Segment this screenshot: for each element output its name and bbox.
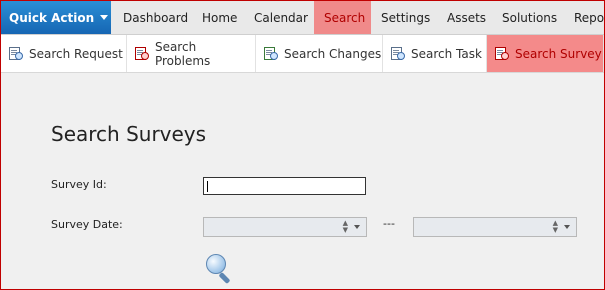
nav-settings[interactable]: Settings — [371, 1, 440, 34]
page-frame: Quick Action Dashboard Home Calendar Sea… — [0, 0, 605, 290]
survey-id-label: Survey Id: — [51, 178, 107, 191]
chevron-down-icon[interactable] — [354, 225, 360, 229]
nav-solutions[interactable]: Solutions — [492, 1, 567, 34]
nav-home[interactable]: Home — [192, 1, 247, 34]
search-subnav: Search Request Search Problems Search Ch… — [1, 35, 604, 73]
subnav-search-task[interactable]: Search Task — [383, 35, 487, 72]
quick-action-button[interactable]: Quick Action — [1, 1, 111, 34]
subnav-search-survey[interactable]: Search Survey — [487, 35, 604, 72]
subnav-search-problems[interactable]: Search Problems — [127, 35, 256, 72]
search-doc-icon — [9, 46, 23, 62]
subnav-label: Search Changes — [284, 46, 382, 61]
search-doc-icon — [495, 46, 509, 62]
survey-date-from-picker[interactable]: ▲ ▼ — [203, 217, 367, 237]
subnav-label: Search Task — [411, 46, 482, 61]
chevron-down-icon[interactable] — [564, 225, 570, 229]
date-range-separator: --- — [383, 217, 395, 230]
text-cursor — [207, 181, 208, 192]
top-navigation: Quick Action Dashboard Home Calendar Sea… — [1, 1, 604, 35]
survey-date-to-picker[interactable]: ▲ ▼ — [413, 217, 577, 237]
subnav-search-request[interactable]: Search Request — [1, 35, 127, 72]
subnav-search-changes[interactable]: Search Changes — [256, 35, 383, 72]
subnav-label: Search Survey — [515, 46, 602, 61]
nav-reports[interactable]: Repor — [564, 1, 604, 34]
subnav-label: Search Problems — [154, 39, 211, 68]
survey-id-input[interactable] — [203, 177, 366, 195]
page-title: Search Surveys — [51, 122, 207, 146]
nav-dashboard[interactable]: Dashboard — [113, 1, 198, 34]
chevron-down-icon — [100, 15, 109, 20]
nav-assets[interactable]: Assets — [437, 1, 496, 34]
search-doc-icon — [391, 46, 405, 62]
search-submit-button[interactable] — [204, 254, 236, 285]
nav-calendar[interactable]: Calendar — [244, 1, 318, 34]
nav-search[interactable]: Search — [314, 1, 371, 34]
spinner-icon[interactable]: ▲ ▼ — [343, 220, 348, 234]
search-doc-icon — [264, 46, 278, 62]
search-doc-icon — [135, 46, 149, 62]
quick-action-label: Quick Action — [9, 10, 95, 25]
subnav-label: Search Request — [29, 46, 123, 61]
magnifier-icon — [206, 254, 226, 274]
spinner-icon[interactable]: ▲ ▼ — [553, 220, 558, 234]
magnifier-handle — [218, 272, 231, 285]
survey-date-label: Survey Date: — [51, 218, 123, 231]
